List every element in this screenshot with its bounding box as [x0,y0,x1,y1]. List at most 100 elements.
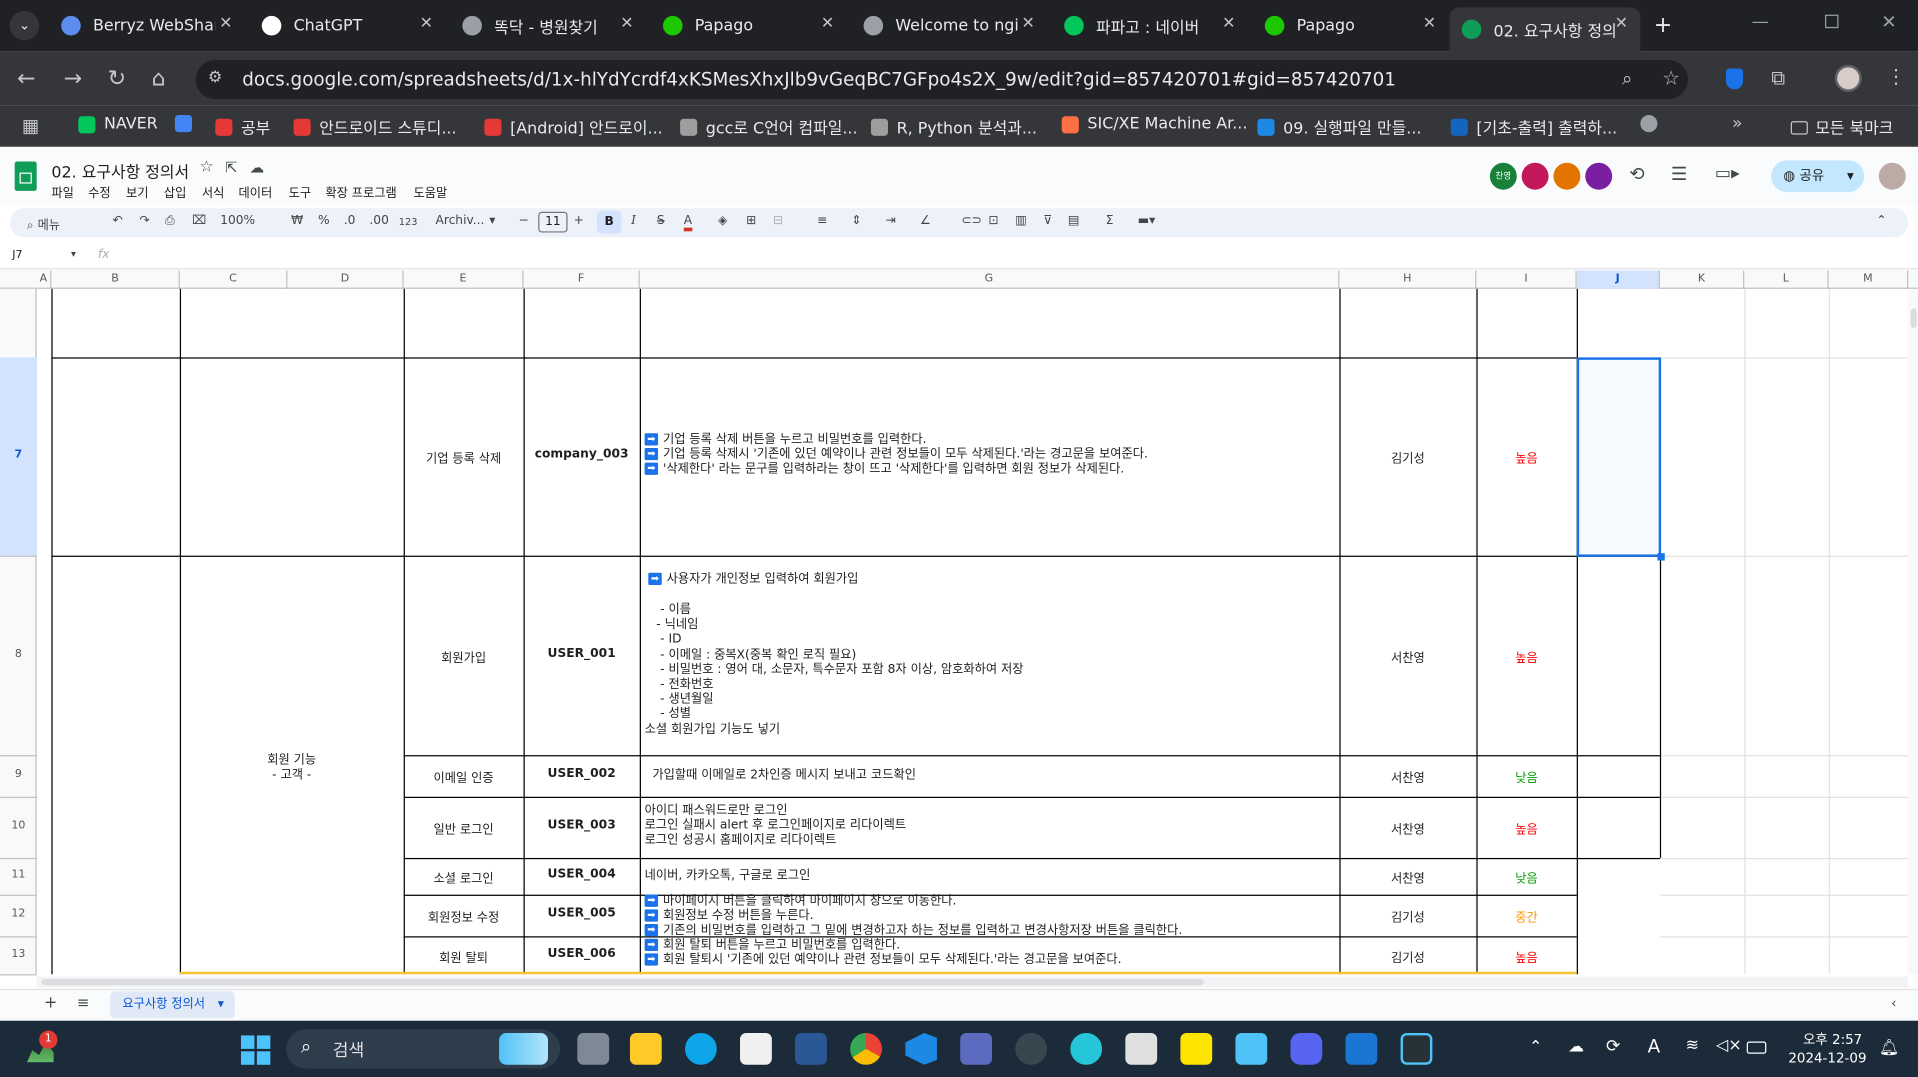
requirement-id-cell[interactable]: USER_004 [524,868,640,881]
description-line[interactable]: ➡ 사용자가 개인정보 입력하여 회원가입 [648,572,858,588]
menu-6[interactable]: 데이터 [239,182,273,200]
feature-cell[interactable]: 이메일 인증 [404,767,524,785]
back-icon[interactable]: ← [17,66,35,92]
filter-icon[interactable]: ⊽ [1043,214,1052,227]
paint-format-icon[interactable]: ⌧ [192,214,206,227]
version-history-icon[interactable]: ⟲ [1629,163,1644,185]
priority-cell[interactable]: 높음 [1476,448,1576,466]
browser-tab-4[interactable]: Papago ✕ [651,7,847,44]
menu-7[interactable]: 도구 [289,182,312,200]
strikethrough-button[interactable]: S [657,214,665,227]
apps-grid-icon[interactable]: ▦ [22,115,39,137]
column-header-g[interactable]: G [640,270,1340,289]
bookmark-4[interactable]: 안드로이드 스튜디... [293,115,457,138]
filter-views-icon[interactable]: ▤ [1068,214,1080,227]
description-line[interactable]: ➡ '삭제한다' 라는 문구를 입력하라는 창이 뜨고 '삭제한다'를 입력하면 … [644,462,1124,478]
meet-icon[interactable]: ▭▸ [1715,164,1740,184]
redo-icon[interactable]: ↷ [139,214,149,227]
currency-format-button[interactable]: ₩ [291,214,303,227]
description-line[interactable]: 아이디 패스워드로만 로그인 [645,804,788,819]
app-icon-blue[interactable] [795,1032,827,1065]
all-sheets-icon[interactable]: ≡ [77,994,89,1011]
text-wrap-icon[interactable]: ⇥ [886,214,896,227]
menu-search[interactable]: ⌕ 메뉴 [27,214,60,232]
merge-cells-icon[interactable]: ⊟ [773,214,783,227]
close-window-icon[interactable]: ✕ [1881,11,1896,33]
share-button[interactable]: ◍ 공유 ▾ [1771,160,1865,193]
priority-cell[interactable]: 중간 [1476,907,1576,925]
clock-date[interactable]: 2024-12-09 [1788,1050,1866,1066]
font-dropdown-icon[interactable]: ▾ [489,214,495,227]
description-line[interactable]: ➡ 기업 등록 삭제 버튼을 누르고 비밀번호를 입력한다. [644,433,927,448]
column-header-a[interactable]: A [37,270,52,289]
row-header-13[interactable]: 13 [0,948,37,960]
password-manager-icon[interactable] [1725,68,1744,90]
sync-tray-icon[interactable]: ⟳ [1606,1037,1620,1057]
globe-bookmark-icon[interactable] [1640,115,1658,133]
vertical-scrollbar[interactable] [1908,288,1918,975]
description-line[interactable]: 네이버, 카카오톡, 구글로 로그인 [645,869,811,884]
description-line[interactable]: - 성별 [645,708,691,723]
requirement-id-cell[interactable]: company_003 [524,448,640,461]
functions-icon[interactable]: Σ [1106,214,1114,227]
tab-close-icon[interactable]: ✕ [219,15,232,33]
browser-tab-2[interactable]: ChatGPT ✕ [250,7,446,44]
horizontal-scrollbar[interactable] [36,976,1909,988]
add-sheet-icon[interactable]: + [44,994,57,1012]
account-avatar[interactable] [1878,162,1906,190]
move-icon[interactable]: ⇱ [225,159,237,176]
minimize-icon[interactable]: — [1752,12,1769,32]
row-header-11[interactable]: 11 [0,869,37,881]
column-header-e[interactable]: E [404,270,524,289]
menu-1[interactable]: 파일 [51,182,74,200]
text-rotation-icon[interactable]: ∠ [920,214,931,227]
description-line[interactable]: - 전화번호 [645,678,713,693]
row-header-7[interactable]: 7 [0,449,37,461]
discord-icon[interactable] [1290,1032,1323,1065]
task-view-icon[interactable] [577,1032,610,1065]
document-title[interactable]: 02. 요구사항 정의서 [51,159,189,182]
volume-mute-icon[interactable]: ◁× [1716,1037,1742,1055]
tab-close-icon[interactable]: ✕ [620,15,633,33]
column-header-c[interactable]: C [180,270,288,289]
column-header-d[interactable]: D [287,270,404,289]
snipping-tool-icon[interactable] [1125,1032,1158,1065]
requirement-id-cell[interactable]: USER_001 [524,647,640,660]
row-header-12[interactable]: 12 [0,908,37,920]
home-icon[interactable]: ⌂ [152,66,166,92]
description-line[interactable]: ➡ 회원 탈퇴 버튼을 누르고 비밀번호를 입력한다. [644,938,900,954]
owner-cell[interactable]: 서찬영 [1339,819,1476,837]
insert-comment-icon[interactable]: ⊡ [988,214,998,227]
app-icon-teal[interactable] [1070,1032,1103,1065]
comments-icon[interactable]: ☰ [1671,163,1687,185]
feature-cell[interactable]: 회원 탈퇴 [404,947,524,965]
description-line[interactable]: 가입할때 이메일로 2차인증 메시지 보내고 코드확인 [645,769,916,784]
maximize-icon[interactable] [1825,14,1839,29]
bookmark-10[interactable]: [기초-출력] 출력하... [1450,115,1617,138]
kakaotalk-icon[interactable] [1180,1032,1213,1065]
column-header-l[interactable]: L [1744,270,1829,289]
column-header-j[interactable]: J [1576,270,1660,289]
row-header-8[interactable]: 8 [0,648,37,660]
feature-cell[interactable]: 회원가입 [404,647,524,665]
more-formats-button[interactable]: 123 [399,217,418,228]
menu-5[interactable]: 서식 [202,182,225,200]
chrome-icon[interactable] [850,1032,882,1065]
vertical-align-icon[interactable]: ⇕ [851,214,861,227]
owner-cell[interactable]: 서찬영 [1339,868,1476,886]
windows-start-icon[interactable] [240,1035,271,1065]
owner-cell[interactable]: 김기성 [1339,947,1476,965]
tab-close-icon[interactable]: ✕ [1222,15,1235,33]
bookmark-1[interactable]: NAVER [78,115,158,133]
site-info-icon[interactable]: ⚙ [208,69,222,87]
feature-cell[interactable]: 회원정보 수정 [404,907,524,925]
notification-bell-icon[interactable]: 🔔︎ [1879,1039,1899,1057]
priority-cell[interactable]: 높음 [1476,819,1576,837]
tab-list-dropdown-icon[interactable]: ⌄ [9,11,40,41]
star-icon[interactable]: ☆ [199,158,213,176]
description-line[interactable]: - 비밀번호 : 영어 대, 소문자, 특수문자 포함 8자 이상, 암호화하여… [645,663,1023,678]
text-color-button[interactable]: A [683,214,693,232]
zoom-icon[interactable]: ⌕ [1622,67,1632,89]
collaborator-avatar-1[interactable]: 찬영 [1489,162,1517,190]
percent-format-button[interactable]: % [318,214,330,227]
